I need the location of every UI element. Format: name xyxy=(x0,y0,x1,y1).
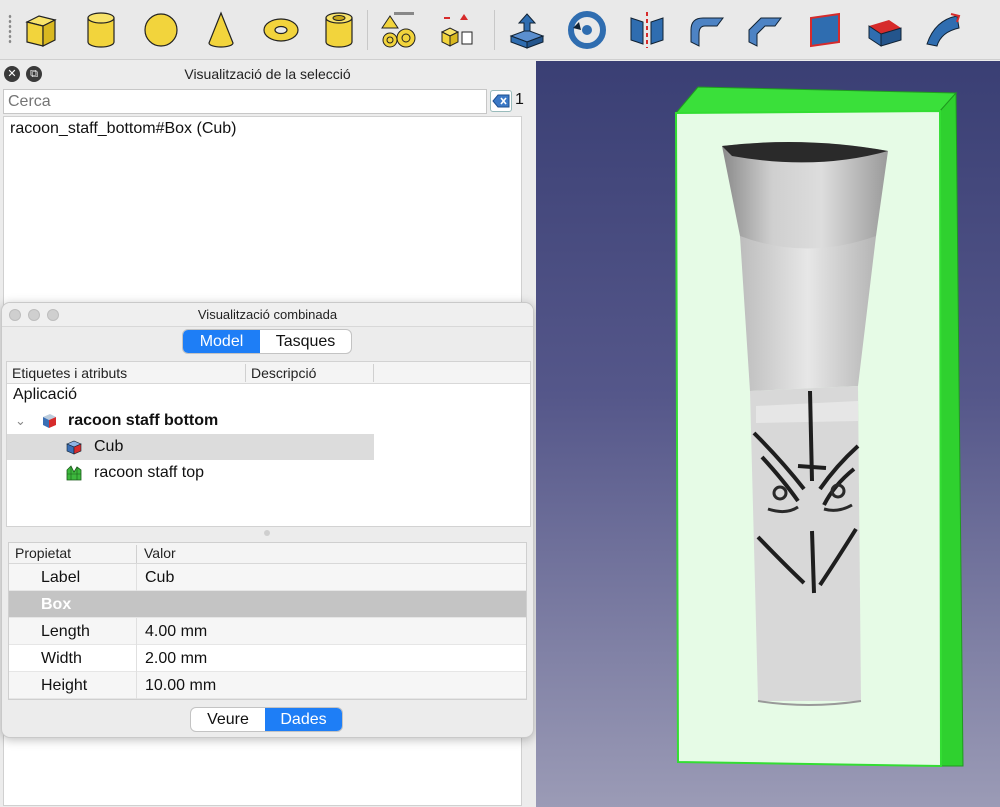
splitter-handle[interactable] xyxy=(264,530,270,536)
chevron-down-icon[interactable]: ⌄ xyxy=(15,408,26,434)
tree-column-description[interactable]: Descripció xyxy=(251,365,316,381)
torus-icon xyxy=(263,18,299,42)
tree-item-label: Aplicació xyxy=(13,386,78,403)
cone-button[interactable] xyxy=(198,7,244,53)
property-name: Length xyxy=(41,623,90,640)
cube-button[interactable] xyxy=(18,7,64,53)
toolbar-separator xyxy=(367,10,368,50)
mirror-button[interactable] xyxy=(624,7,670,53)
cone-icon xyxy=(208,11,234,48)
column-divider xyxy=(245,364,246,382)
extrude-icon xyxy=(509,13,545,49)
3d-viewport[interactable] xyxy=(536,61,1000,807)
tube-icon xyxy=(325,12,353,48)
shape-builder-button[interactable] xyxy=(433,7,479,53)
cube-icon xyxy=(25,15,57,47)
box-side-face xyxy=(939,91,964,767)
column-divider xyxy=(136,672,137,699)
selection-list-item[interactable]: racoon_staff_bottom#Box (Cub) xyxy=(10,120,237,138)
tree-item-label: Cub xyxy=(94,438,124,455)
column-divider xyxy=(373,364,374,382)
3d-scene xyxy=(674,86,964,768)
make-face-icon xyxy=(810,12,840,48)
tab-tasques[interactable]: Tasques xyxy=(260,330,351,353)
ruled-surface-icon xyxy=(868,20,902,47)
box-top-face xyxy=(674,86,958,114)
loft-icon xyxy=(926,13,961,47)
column-divider xyxy=(136,545,137,563)
property-value[interactable]: 4.00 mm xyxy=(145,618,207,645)
property-name: Width xyxy=(41,650,82,667)
fillet-icon xyxy=(690,17,724,47)
fillet-button[interactable] xyxy=(684,7,730,53)
property-editor: Propietat Valor Label Cub Box Length 4.0… xyxy=(8,542,527,700)
mirror-icon xyxy=(630,12,664,48)
tree-item-racoon-staff-top[interactable]: racoon staff top xyxy=(7,460,530,486)
selection-search-input[interactable] xyxy=(3,89,487,114)
cylinder-button[interactable] xyxy=(78,7,124,53)
tube-button[interactable] xyxy=(316,7,362,53)
selection-view-title: Visualització de la selecció xyxy=(184,66,351,82)
tab-veure[interactable]: Veure xyxy=(191,708,265,731)
bottom-tab-bar: Veure Dades xyxy=(190,707,343,732)
tree-item-label: racoon staff bottom xyxy=(68,412,219,429)
loft-button[interactable] xyxy=(920,7,966,53)
tree-item-cub[interactable]: Cub xyxy=(7,434,374,460)
property-value[interactable]: Cub xyxy=(145,564,174,591)
column-divider xyxy=(136,618,137,645)
torus-button[interactable] xyxy=(258,7,304,53)
tree-column-labels[interactable]: Etiquetes i atributs xyxy=(12,365,127,381)
cylinder-icon xyxy=(87,12,115,48)
property-value[interactable]: 2.00 mm xyxy=(145,645,207,672)
tree-item-application[interactable]: Aplicació xyxy=(7,382,530,408)
property-row-length[interactable]: Length 4.00 mm xyxy=(9,618,526,645)
document-icon xyxy=(43,414,56,428)
top-tab-bar: Model Tasques xyxy=(182,329,352,354)
mesh-icon xyxy=(66,465,82,481)
toolbar-grip[interactable] xyxy=(8,14,12,44)
combined-view-title: Visualització combinada xyxy=(197,307,338,322)
property-name: Height xyxy=(41,677,88,694)
backspace-icon xyxy=(492,94,510,108)
property-value[interactable]: 10.00 mm xyxy=(145,672,216,699)
tab-dades[interactable]: Dades xyxy=(265,708,342,731)
box-icon xyxy=(66,440,82,455)
extrude-button[interactable] xyxy=(504,7,550,53)
column-divider xyxy=(136,645,137,672)
selection-view-header: ✕ ⧉ Visualització de la selecció xyxy=(0,61,535,87)
tab-model[interactable]: Model xyxy=(183,330,260,353)
toolbar-separator xyxy=(494,10,495,50)
sphere-button[interactable] xyxy=(138,7,184,53)
sphere-icon xyxy=(144,13,178,47)
revolve-button[interactable] xyxy=(564,7,610,53)
property-column-value[interactable]: Valor xyxy=(144,545,176,561)
property-column-name[interactable]: Propietat xyxy=(15,545,71,561)
property-name: Label xyxy=(41,569,81,586)
property-group-label: Box xyxy=(41,596,72,613)
toolbar xyxy=(0,0,1000,60)
clear-search-button[interactable] xyxy=(490,90,512,112)
combined-view-window: Visualització combinada Model Tasques Et… xyxy=(1,302,534,738)
column-divider xyxy=(136,564,137,591)
property-row-width[interactable]: Width 2.00 mm xyxy=(9,645,526,672)
staff-upper-body xyxy=(740,236,876,391)
shape-builder-icon xyxy=(440,14,473,47)
property-row-height[interactable]: Height 10.00 mm xyxy=(9,672,526,699)
tree-header: Etiquetes i atributs Descripció xyxy=(7,362,530,384)
revolve-icon xyxy=(568,11,606,49)
chamfer-icon xyxy=(748,17,782,47)
ruled-surface-button[interactable] xyxy=(862,7,908,53)
chamfer-button[interactable] xyxy=(742,7,788,53)
primitives-icon xyxy=(381,12,416,48)
property-row-label[interactable]: Label Cub xyxy=(9,564,526,591)
property-header: Propietat Valor xyxy=(9,543,526,564)
combined-view-titlebar[interactable]: Visualització combinada xyxy=(2,303,533,327)
primitives-button[interactable] xyxy=(375,7,421,53)
model-tree: Etiquetes i atributs Descripció Aplicaci… xyxy=(6,361,531,527)
property-group-box[interactable]: Box xyxy=(9,591,526,618)
tree-item-document[interactable]: ⌄ racoon staff bottom xyxy=(7,408,530,434)
selection-count: 1 xyxy=(515,91,524,108)
make-face-button[interactable] xyxy=(802,7,848,53)
tree-item-label: racoon staff top xyxy=(94,464,204,481)
